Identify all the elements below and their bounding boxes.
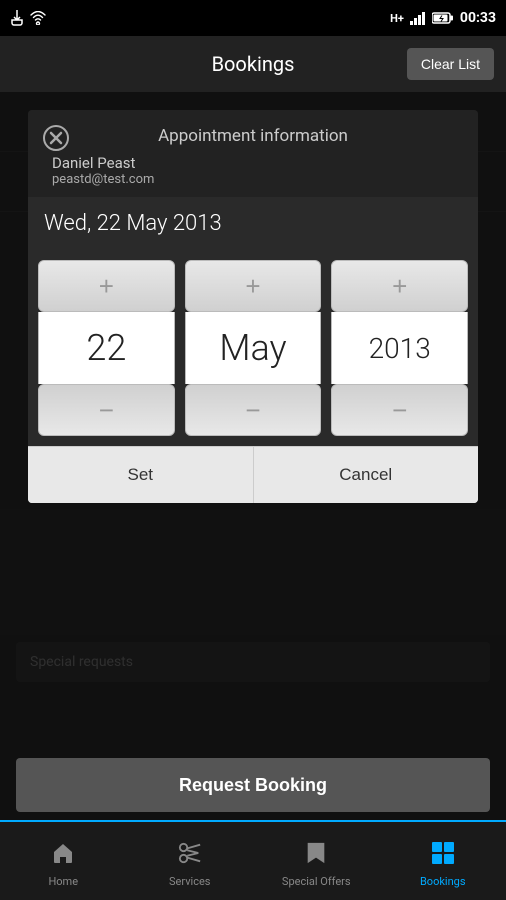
bottom-nav: Home Services Special Offers	[0, 820, 506, 900]
clear-list-button[interactable]: Clear List	[407, 48, 494, 80]
day-minus-icon: −	[99, 395, 114, 426]
month-spinner: + May −	[185, 260, 322, 436]
nav-item-home[interactable]: Home	[0, 822, 127, 900]
day-plus-icon: +	[99, 271, 114, 302]
month-decrement-button[interactable]: −	[185, 384, 322, 436]
nav-item-services[interactable]: Services	[127, 822, 254, 900]
battery-icon	[432, 12, 454, 24]
month-minus-icon: −	[245, 395, 260, 426]
day-value: 22	[38, 312, 175, 384]
home-icon	[51, 841, 75, 871]
nav-label-services: Services	[169, 875, 210, 888]
status-right-icons: H+ 00:33	[390, 10, 496, 26]
user-email: peastd@test.com	[52, 172, 458, 187]
set-button[interactable]: Set	[28, 447, 254, 503]
status-bar: H+ 00:33	[0, 0, 506, 36]
close-circle-icon	[43, 125, 69, 151]
modal-actions: Set Cancel	[28, 446, 478, 503]
app-header: Bookings Clear List	[0, 36, 506, 92]
modal-header: Appointment information Daniel Peast pea…	[28, 110, 478, 197]
signal-icon	[410, 11, 426, 25]
bookmark-icon	[304, 841, 328, 871]
nav-label-bookings: Bookings	[420, 875, 466, 888]
user-name: Daniel Peast	[52, 154, 458, 172]
modal-close-button[interactable]	[40, 122, 72, 154]
date-display: Wed, 22 May 2013	[28, 197, 478, 250]
nav-item-bookings[interactable]: Bookings	[380, 820, 506, 900]
day-increment-button[interactable]: +	[38, 260, 175, 312]
month-plus-icon: +	[245, 271, 260, 302]
grid-icon	[431, 841, 455, 871]
request-booking-button[interactable]: Request Booking	[16, 758, 490, 812]
year-plus-icon: +	[392, 271, 407, 302]
year-spinner: + 2013 −	[331, 260, 468, 436]
month-value: May	[185, 312, 322, 384]
nav-item-special-offers[interactable]: Special Offers	[253, 822, 380, 900]
status-left-icons	[10, 10, 46, 26]
month-increment-button[interactable]: +	[185, 260, 322, 312]
cancel-button[interactable]: Cancel	[254, 447, 479, 503]
nav-label-special-offers: Special Offers	[282, 875, 351, 888]
year-increment-button[interactable]: +	[331, 260, 468, 312]
appointment-modal: Appointment information Daniel Peast pea…	[28, 110, 478, 503]
nav-label-home: Home	[48, 875, 78, 888]
wifi-icon	[30, 11, 46, 25]
scissors-icon	[178, 841, 202, 871]
modal-title: Appointment information	[48, 126, 458, 146]
year-value: 2013	[331, 312, 468, 384]
day-spinner: + 22 −	[38, 260, 175, 436]
year-decrement-button[interactable]: −	[331, 384, 468, 436]
time-display: 00:33	[460, 10, 496, 26]
page-title: Bookings	[173, 52, 334, 76]
usb-icon	[10, 10, 24, 26]
network-type-icon: H+	[390, 12, 404, 25]
date-picker: Wed, 22 May 2013 + 22 − + May −	[28, 197, 478, 503]
day-decrement-button[interactable]: −	[38, 384, 175, 436]
year-minus-icon: −	[392, 395, 407, 426]
spinners-row: + 22 − + May − +	[28, 250, 478, 446]
